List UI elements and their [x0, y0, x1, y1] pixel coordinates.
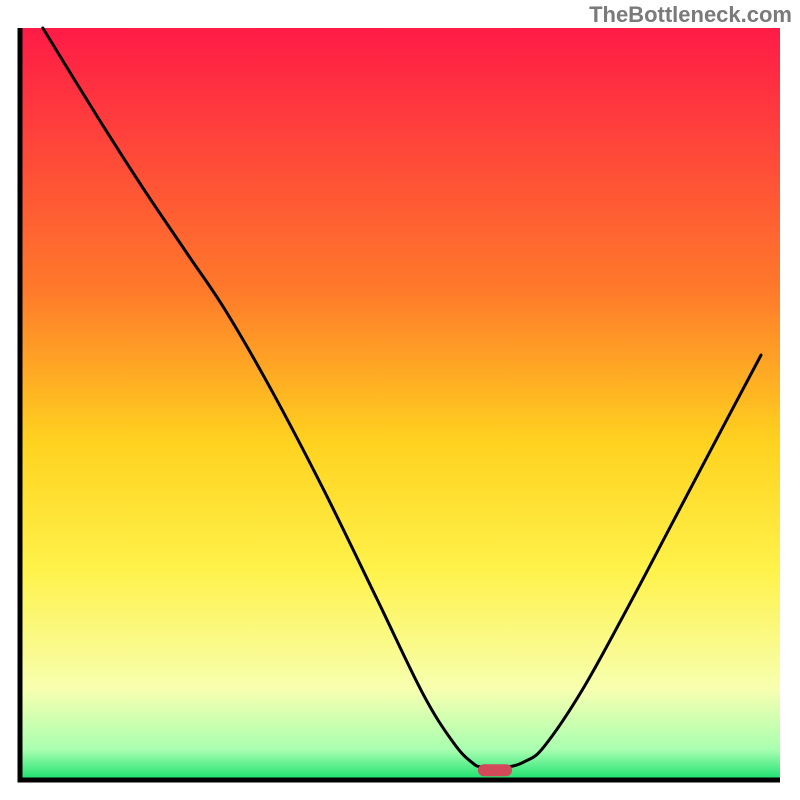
- optimal-marker: [478, 764, 512, 776]
- chart-container: TheBottleneck.com: [0, 0, 800, 800]
- watermark-text: TheBottleneck.com: [589, 2, 792, 28]
- chart-svg: [0, 0, 800, 800]
- chart-background-gradient: [20, 28, 780, 780]
